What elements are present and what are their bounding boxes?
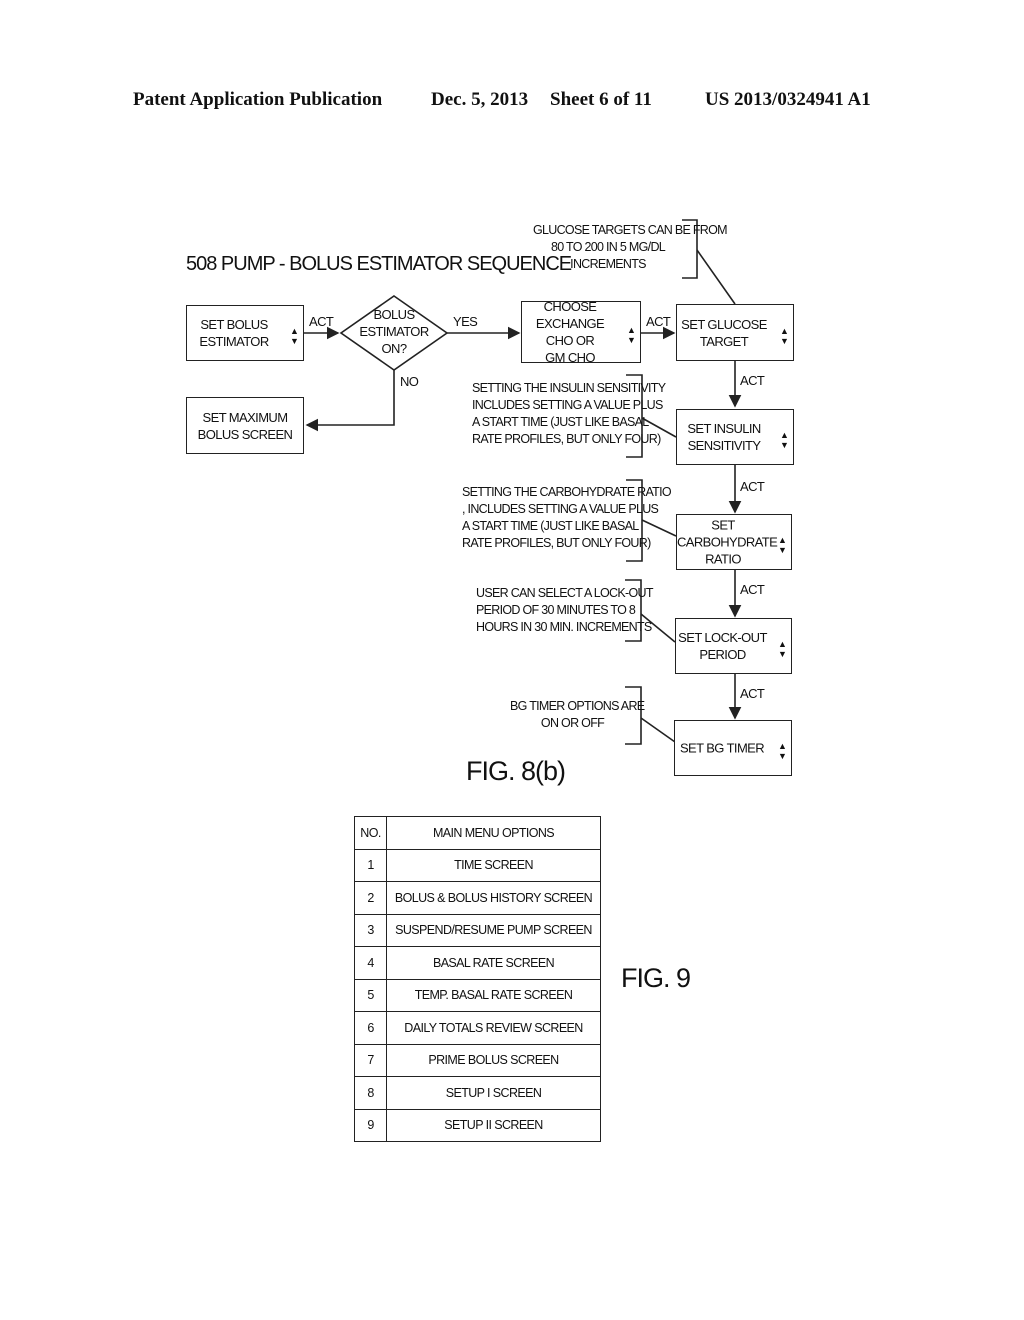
box-set-carbohydrate-ratio: SET CARBOHYDRATE RATIO ▲ ▼ [676,514,792,570]
table-header-row: NO. MAIN MENU OPTIONS [354,816,601,850]
edge-label-act: ACT [646,314,671,329]
leader-bgtimer [640,717,676,743]
box-set-glucose-target: SET GLUCOSE TARGET ▲ ▼ [676,304,794,361]
arrow-no [305,370,395,432]
box-set-lockout-period: SET LOCK-OUT PERIOD ▲ ▼ [675,618,792,674]
up-down-arrows-icon: ▲ ▼ [778,639,787,659]
up-down-arrows-icon: ▲ ▼ [290,326,299,346]
note-glucose-targets: GLUCOSE TARGETS CAN BE FROM 80 TO 200 IN … [533,223,728,271]
edge-label-act: ACT [740,686,765,701]
box-choose-exchange: CHOOSE EXCHANGE CHO OR GM CHO ▲ ▼ [521,299,641,365]
box-set-insulin-sensitivity: SET INSULIN SENSITIVITY ▲ ▼ [676,409,794,465]
box-set-maximum-bolus-screen: SET MAXIMUM BOLUS SCREEN [186,397,304,454]
figure-9-caption: FIG. 9 [621,963,691,993]
figure-8b-caption: FIG. 8(b) [466,756,566,786]
table-row: 1 TIME SCREEN [354,848,601,882]
note-carbohydrate-ratio: SETTING THE CARBOHYDRATE RATIO, INCLUDES… [462,485,672,550]
table-row: 5 TEMP. BASAL RATE SCREEN [354,978,601,1012]
edge-label-yes: YES [453,314,478,329]
up-down-arrows-icon: ▲ ▼ [780,325,789,346]
box-set-bolus-estimator: SET BOLUS ESTIMATOR ▲ ▼ [186,305,304,361]
edge-label-act: ACT [740,373,765,388]
note-bg-timer: BG TIMER OPTIONS ARE ON OR OFF [510,699,645,730]
edge-label-act: ACT [740,582,765,597]
note-lockout: USER CAN SELECT A LOCK-OUT PERIOD OF 30 M… [476,586,653,634]
up-down-arrows-icon: ▲ ▼ [778,535,787,555]
edge-label-act: ACT [309,314,334,329]
table-row: 3 SUSPEND/RESUME PUMP SCREEN [354,913,601,947]
table-row: 8 SETUP I SCREEN [354,1076,601,1110]
note-insulin-sensitivity: SETTING THE INSULIN SENSITIVITY INCLUDES … [472,381,666,446]
column-header-option: MAIN MENU OPTIONS [386,816,601,850]
up-down-arrows-icon: ▲ ▼ [627,325,636,345]
table-row: 6 DAILY TOTALS REVIEW SCREEN [354,1011,601,1045]
leader-glucose [696,249,736,305]
leader-carb [641,519,677,537]
main-menu-options-table: NO. MAIN MENU OPTIONS 1 TIME SCREEN 2 BOLU… [354,816,601,1142]
decision-text: BOLUS ESTIMATOR ON? [359,307,429,356]
figure-8b-title: 508 PUMP - BOLUS ESTIMATOR SEQUENCE [186,253,572,275]
table-row: 4 BASAL RATE SCREEN [354,946,601,980]
edge-label-no: NO [400,374,419,389]
up-down-arrows-icon: ▲ ▼ [778,741,787,761]
table-row: 9 SETUP II SCREEN [354,1108,601,1142]
table-row: 2 BOLUS & BOLUS HISTORY SCREEN [354,881,601,915]
box-set-bg-timer: SET BG TIMER ▲ ▼ [674,720,792,776]
up-down-arrows-icon: ▲ ▼ [780,430,789,450]
column-header-no: NO. [354,816,387,850]
table-row: 7 PRIME BOLUS SCREEN [354,1043,601,1077]
edge-label-act: ACT [740,479,765,494]
